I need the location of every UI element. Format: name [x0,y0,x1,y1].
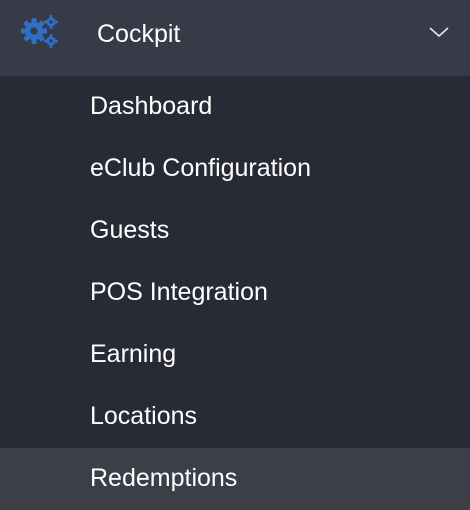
cockpit-menu-toggle[interactable]: Cockpit [0,0,470,76]
submenu-item-label: Dashboard [90,92,213,120]
chevron-down-icon[interactable] [428,25,450,39]
submenu-item-dashboard[interactable]: Dashboard [0,76,470,138]
cockpit-submenu: Dashboard eClub Configuration Guests POS… [0,76,470,510]
menu-title: Cockpit [97,20,181,48]
submenu-item-label: Earning [90,340,177,368]
submenu-item-eclub-configuration[interactable]: eClub Configuration [0,138,470,200]
submenu-item-label: Locations [90,402,198,430]
submenu-item-guests[interactable]: Guests [0,200,470,262]
submenu-item-earning[interactable]: Earning [0,324,470,386]
submenu-item-pos-integration[interactable]: POS Integration [0,262,470,324]
gears-icon [20,14,60,50]
submenu-item-label: Guests [90,216,170,244]
sidebar-menu: Cockpit Dashboard eClub Configuration Gu… [0,0,470,510]
submenu-item-redemptions[interactable]: Redemptions [0,448,470,510]
submenu-item-label: POS Integration [90,278,268,306]
submenu-item-locations[interactable]: Locations [0,386,470,448]
submenu-item-label: eClub Configuration [90,154,311,182]
submenu-item-label: Redemptions [90,464,238,492]
